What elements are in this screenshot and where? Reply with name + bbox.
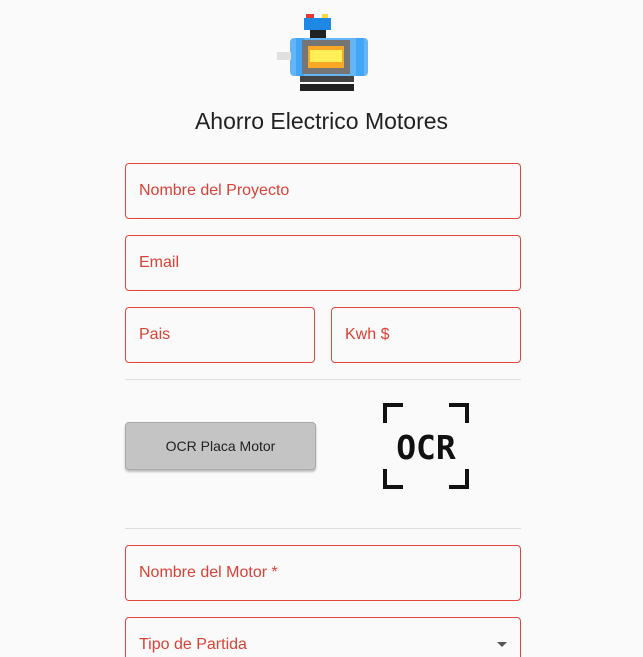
kwh-price-label: Kwh $ [345, 326, 390, 343]
project-name-field[interactable]: Nombre del Proyecto [125, 163, 521, 219]
kwh-price-field[interactable]: Kwh $ [331, 307, 521, 363]
section-divider [125, 379, 521, 380]
project-name-label: Nombre del Proyecto [139, 182, 290, 199]
start-type-label: Tipo de Partida [139, 636, 247, 653]
page-title: Ahorro Electrico Motores [194, 108, 449, 134]
app-page: Ahorro Electrico Motores Nombre del Proy… [0, 0, 643, 657]
country-label: Pais [139, 326, 171, 343]
electric-motor-icon [277, 14, 368, 91]
email-label: Email [139, 254, 180, 271]
motor-name-label: Nombre del Motor * [139, 564, 278, 581]
start-type-select[interactable]: Tipo de Partida [125, 617, 521, 657]
ocr-icon-text: OCR [396, 428, 456, 467]
section-divider [125, 528, 521, 529]
ocr-scan-icon[interactable]: OCR [383, 403, 469, 489]
ocr-plate-button[interactable]: OCR Placa Motor [125, 422, 316, 470]
country-field[interactable]: Pais [125, 307, 315, 363]
motor-name-field[interactable]: Nombre del Motor * [125, 545, 521, 601]
email-field[interactable]: Email [125, 235, 521, 291]
dropdown-arrow-icon[interactable] [497, 642, 507, 647]
